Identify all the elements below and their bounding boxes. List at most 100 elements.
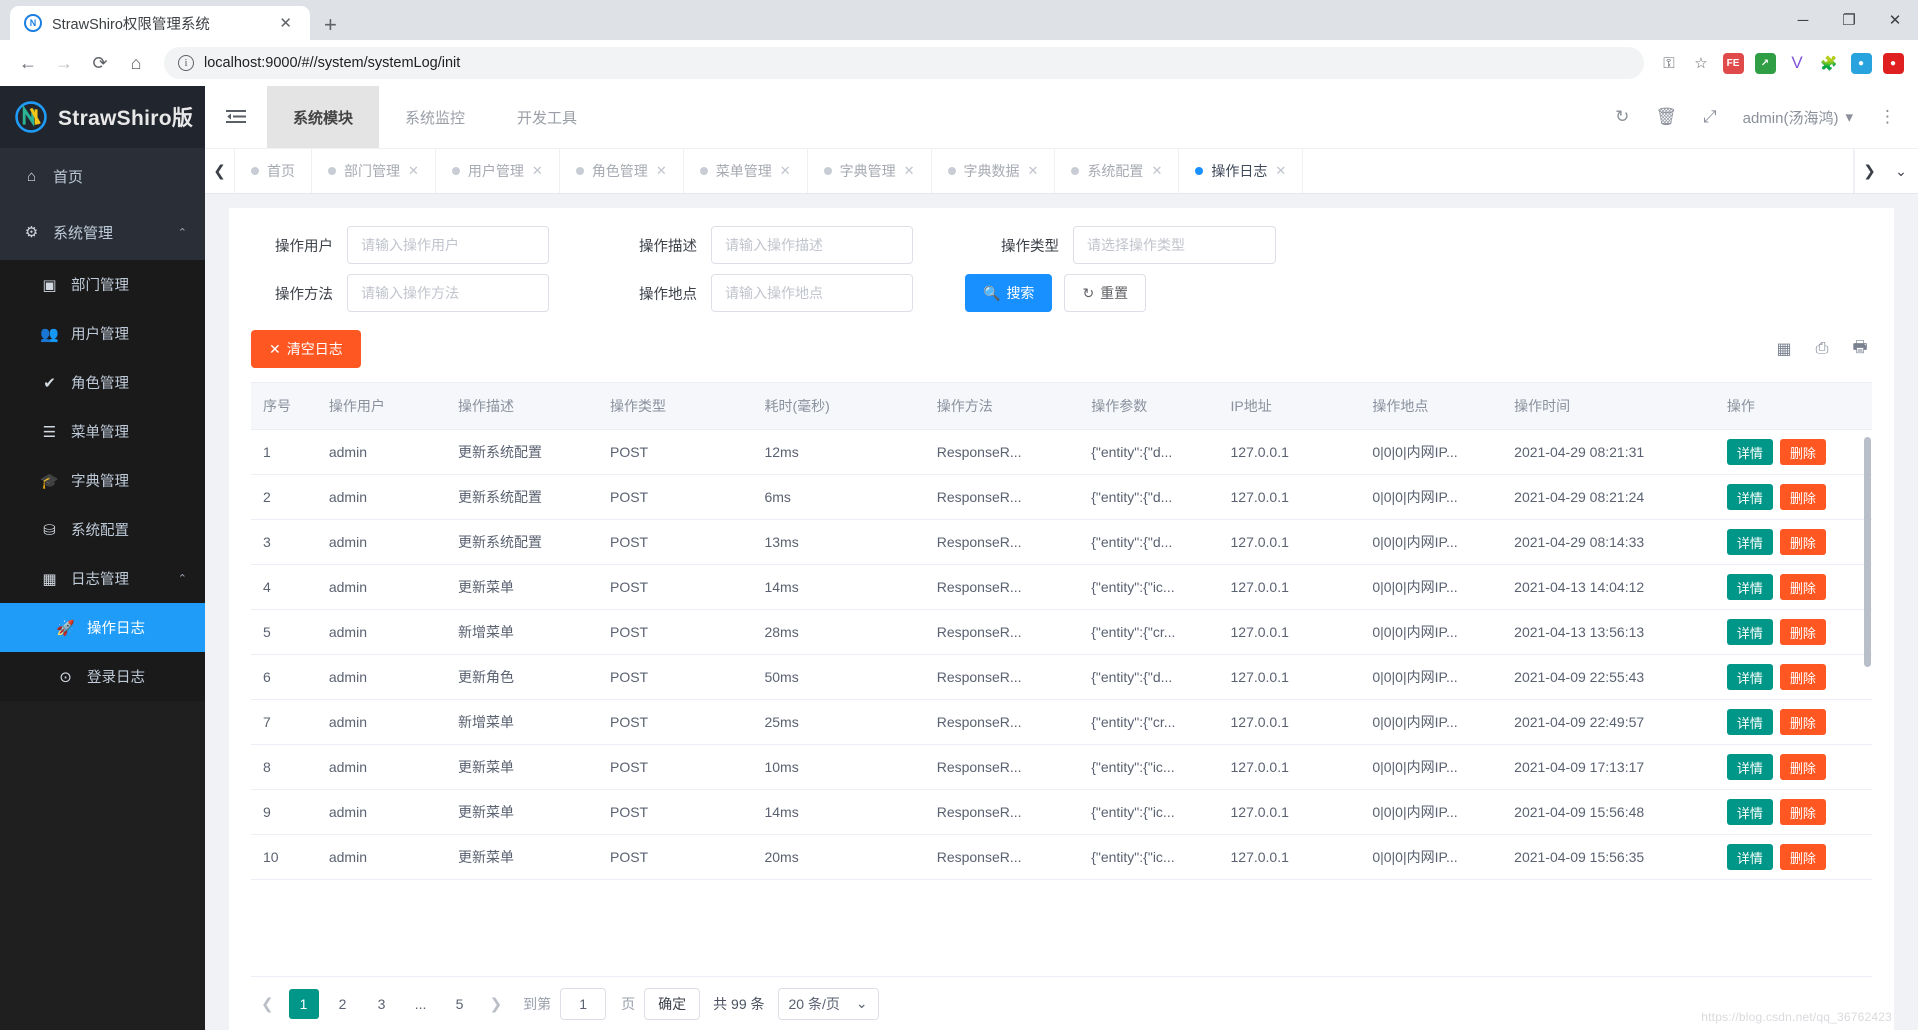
close-icon[interactable]: ✕: [532, 163, 543, 179]
delete-button[interactable]: 删除: [1779, 799, 1826, 825]
extension-v-icon[interactable]: V: [1784, 50, 1810, 76]
site-info-icon[interactable]: i: [178, 55, 194, 71]
table-row[interactable]: 2 admin 更新系统配置 POST 6ms ResponseR... {"entity"…: [251, 474, 1872, 520]
topnav-dev-tools[interactable]: 开发工具: [491, 86, 603, 148]
col-actions[interactable]: 操作: [1714, 383, 1872, 430]
col-no[interactable]: 序号: [251, 383, 317, 430]
pagination-page-5[interactable]: 5: [445, 989, 475, 1019]
tabs-next-icon[interactable]: ❯: [1854, 149, 1884, 193]
close-icon[interactable]: ✕: [271, 14, 300, 32]
operation-method-input[interactable]: 请输入操作方法: [347, 274, 549, 312]
topnav-system-module[interactable]: 系统模块: [267, 86, 380, 148]
sidebar-item-config[interactable]: ⛁ 系统配置: [0, 505, 205, 554]
detail-button[interactable]: 详情: [1726, 574, 1773, 600]
detail-button[interactable]: 详情: [1726, 754, 1773, 780]
delete-button[interactable]: 删除: [1779, 484, 1826, 510]
brand-logo-area[interactable]: StrawShiro版: [0, 86, 205, 148]
search-button[interactable]: 🔍 搜索: [965, 274, 1053, 312]
detail-button[interactable]: 详情: [1726, 439, 1773, 465]
page-tab-menus[interactable]: 菜单管理 ✕: [684, 149, 808, 193]
close-icon[interactable]: ✕: [1028, 163, 1039, 179]
extension-puzzle-icon[interactable]: 🧩: [1816, 50, 1842, 76]
col-user[interactable]: 操作用户: [316, 383, 447, 430]
sidebar-item-home[interactable]: ⌂ 首页: [0, 148, 205, 204]
detail-button[interactable]: 详情: [1726, 844, 1773, 870]
col-params[interactable]: 操作参数: [1079, 383, 1219, 430]
close-icon[interactable]: ✕: [904, 163, 915, 179]
extension-green-icon[interactable]: ↗: [1752, 50, 1778, 76]
detail-button[interactable]: 详情: [1726, 799, 1773, 825]
sidebar-item-system-management[interactable]: ⚙ 系统管理 ⌃: [0, 204, 205, 260]
password-key-icon[interactable]: ⚿: [1656, 50, 1682, 76]
extension-profile-icon[interactable]: ●: [1848, 50, 1874, 76]
operation-user-input[interactable]: 请输入操作用户: [347, 226, 549, 264]
operation-type-select[interactable]: 请选择操作类型: [1073, 226, 1276, 264]
detail-button[interactable]: 详情: [1726, 529, 1773, 555]
close-icon[interactable]: ✕: [656, 163, 667, 179]
detail-button[interactable]: 详情: [1726, 619, 1773, 645]
sidebar-item-users[interactable]: 👥 用户管理: [0, 309, 205, 358]
detail-button[interactable]: 详情: [1726, 709, 1773, 735]
close-icon[interactable]: ✕: [780, 163, 791, 179]
delete-button[interactable]: 删除: [1779, 529, 1826, 555]
new-tab-button[interactable]: +: [324, 14, 337, 36]
clear-logs-button[interactable]: ✕ 清空日志: [251, 330, 361, 368]
maximize-icon[interactable]: ❐: [1826, 0, 1872, 40]
page-tab-home[interactable]: 首页: [235, 149, 312, 193]
delete-button[interactable]: 删除: [1779, 439, 1826, 465]
sidebar-item-login-log[interactable]: ⊙ 登录日志: [0, 652, 205, 701]
reload-icon[interactable]: ⟳: [84, 47, 116, 79]
operation-desc-input[interactable]: 请输入操作描述: [711, 226, 913, 264]
table-row[interactable]: 3 admin 更新系统配置 POST 13ms ResponseR... {"entity…: [251, 519, 1872, 565]
tabs-dropdown-icon[interactable]: ⌄: [1884, 149, 1918, 193]
forward-icon[interactable]: →: [48, 47, 80, 79]
page-tab-users[interactable]: 用户管理 ✕: [436, 149, 560, 193]
table-row[interactable]: 10 admin 更新菜单 POST 20ms ResponseR... {"entity"…: [251, 834, 1872, 880]
export-icon[interactable]: ⎙: [1810, 340, 1834, 358]
close-icon[interactable]: ✕: [408, 163, 419, 179]
col-place[interactable]: 操作地点: [1360, 383, 1503, 430]
page-tab-dict[interactable]: 字典管理 ✕: [808, 149, 932, 193]
tabs-prev-icon[interactable]: ❮: [205, 149, 235, 193]
window-close-icon[interactable]: ✕: [1872, 0, 1918, 40]
sidebar-item-roles[interactable]: ✔ 角色管理: [0, 358, 205, 407]
pagination-ellipsis[interactable]: ...: [406, 989, 436, 1019]
operation-place-input[interactable]: 请输入操作地点: [711, 274, 913, 312]
close-icon[interactable]: ✕: [1275, 163, 1286, 179]
address-bar[interactable]: i localhost:9000/#//system/systemLog/ini…: [164, 47, 1644, 79]
pagination-page-3[interactable]: 3: [367, 989, 397, 1019]
table-row[interactable]: 8 admin 更新菜单 POST 10ms ResponseR... {"entity":…: [251, 744, 1872, 790]
sidebar-item-dict[interactable]: 🎓 字典管理: [0, 456, 205, 505]
sidebar-item-dept[interactable]: ▣ 部门管理: [0, 260, 205, 309]
pagination-next-icon[interactable]: ❯: [484, 995, 509, 1013]
detail-button[interactable]: 详情: [1726, 484, 1773, 510]
more-options-icon[interactable]: ⋮: [1879, 107, 1896, 127]
trash-icon[interactable]: 🗑: [1655, 107, 1677, 127]
close-icon[interactable]: ✕: [1151, 163, 1162, 179]
home-icon[interactable]: ⌂: [120, 47, 152, 79]
table-row[interactable]: 6 admin 更新角色 POST 50ms ResponseR... {"entity":…: [251, 654, 1872, 700]
browser-tab[interactable]: N StrawShiro权限管理系统 ✕: [10, 6, 310, 40]
detail-button[interactable]: 详情: [1726, 664, 1773, 690]
goto-page-input[interactable]: 1: [560, 987, 607, 1020]
delete-button[interactable]: 删除: [1779, 709, 1826, 735]
bookmark-star-icon[interactable]: ☆: [1688, 50, 1714, 76]
pagination-page-2[interactable]: 2: [328, 989, 358, 1019]
goto-confirm-button[interactable]: 确定: [644, 987, 701, 1020]
delete-button[interactable]: 删除: [1779, 844, 1826, 870]
col-type[interactable]: 操作类型: [597, 383, 753, 430]
col-time[interactable]: 操作时间: [1502, 383, 1715, 430]
sidebar-item-operation-log[interactable]: 🚀 操作日志: [0, 603, 205, 652]
pagination-page-1[interactable]: 1: [288, 988, 319, 1019]
table-row[interactable]: 7 admin 新增菜单 POST 25ms ResponseR... {"entity":…: [251, 699, 1872, 745]
col-method[interactable]: 操作方法: [924, 383, 1080, 430]
extension-red-icon[interactable]: ●: [1880, 50, 1906, 76]
print-icon[interactable]: 🖶: [1848, 336, 1872, 363]
reset-button[interactable]: ↻ 重置: [1064, 274, 1147, 312]
delete-button[interactable]: 删除: [1779, 754, 1826, 780]
page-tab-roles[interactable]: 角色管理 ✕: [560, 149, 684, 193]
delete-button[interactable]: 删除: [1779, 664, 1826, 690]
user-menu[interactable]: admin(汤海鸿) ▾: [1743, 107, 1853, 128]
columns-icon[interactable]: ▦: [1772, 339, 1796, 359]
table-row[interactable]: 4 admin 更新菜单 POST 14ms ResponseR... {"entity":…: [251, 564, 1872, 610]
